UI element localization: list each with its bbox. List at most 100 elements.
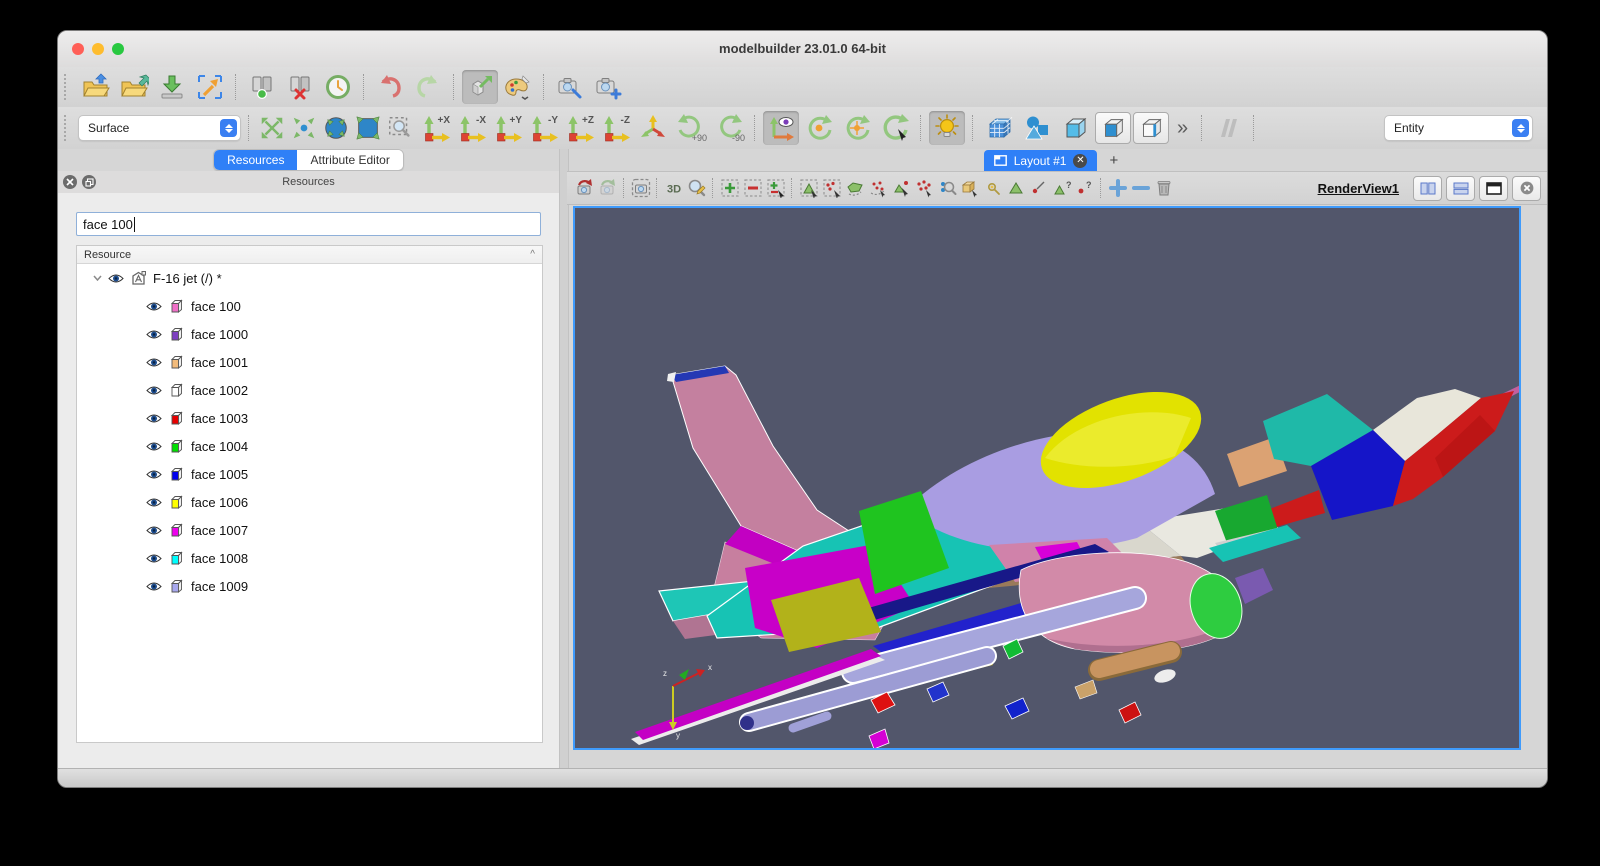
select-cells-on-button[interactable]	[718, 176, 741, 200]
visibility-eye-icon[interactable]	[145, 385, 163, 396]
representation-select[interactable]: Surface	[78, 115, 241, 141]
visibility-eye-icon[interactable]	[145, 525, 163, 536]
close-view-button[interactable]	[1512, 175, 1541, 201]
color-palette-button[interactable]	[500, 70, 536, 104]
toolbar-overflow-button[interactable]: »	[1171, 117, 1194, 140]
axis-view-button[interactable]: +Z	[561, 111, 597, 145]
interactive-select-blocks-button[interactable]	[958, 176, 981, 200]
recent-resources-button[interactable]	[320, 70, 356, 104]
deselect-button[interactable]	[741, 176, 764, 200]
tree-row[interactable]: face 1009	[77, 572, 542, 600]
split-vertical-button[interactable]	[1446, 175, 1475, 201]
zoom-to-selection-button[interactable]	[192, 70, 228, 104]
tree-row[interactable]: face 1002	[77, 376, 542, 404]
visibility-eye-icon[interactable]	[107, 273, 125, 284]
tree-row[interactable]: face 1007	[77, 516, 542, 544]
visibility-eye-icon[interactable]	[145, 553, 163, 564]
select-cells-interactive-button[interactable]	[889, 176, 912, 200]
tab-resources[interactable]: Resources	[214, 150, 298, 170]
tree-row[interactable]: face 1003	[77, 404, 542, 432]
tree-row[interactable]: face 1000	[77, 320, 542, 348]
tab-layout-1[interactable]: Layout #1 ✕	[983, 150, 1098, 171]
hover-cells-button[interactable]	[1004, 176, 1027, 200]
tree-row[interactable]: face 1004	[77, 432, 542, 460]
geometry-inspector-button[interactable]	[1019, 111, 1055, 145]
expand-view-button[interactable]	[257, 111, 287, 145]
visibility-eye-icon[interactable]	[145, 469, 163, 480]
select-point-label-button[interactable]	[1027, 176, 1050, 200]
open-resource-button[interactable]	[78, 70, 114, 104]
rotate-center-button[interactable]	[839, 111, 875, 145]
tree-root-row[interactable]: F-16 jet (/) *	[77, 264, 542, 292]
select-cells-rectangle-button[interactable]	[797, 176, 820, 200]
tree-row[interactable]: face 1005	[77, 460, 542, 488]
fit-box-button[interactable]	[353, 111, 383, 145]
axis-view-button[interactable]: +X	[417, 111, 453, 145]
rotate-pick-center-button[interactable]	[877, 111, 913, 145]
axis-view-button[interactable]: -X	[453, 111, 489, 145]
maximize-view-button[interactable]	[1479, 175, 1508, 201]
tree-row[interactable]: face 1008	[77, 544, 542, 572]
toggle-2d3d-button[interactable]: 3D	[662, 176, 685, 200]
multiblock-inspector-button[interactable]	[981, 111, 1017, 145]
zoom-box-button[interactable]	[385, 111, 415, 145]
render-view-title[interactable]: RenderView1	[1318, 181, 1409, 196]
rotate-90-cw-button[interactable]: +90	[673, 111, 709, 145]
export-button[interactable]	[154, 70, 190, 104]
camera-add-button[interactable]	[590, 70, 626, 104]
reset-camera-closest-button[interactable]	[596, 176, 619, 200]
zoom-to-data-button[interactable]	[685, 176, 708, 200]
grow-shrink-selection-button[interactable]	[764, 176, 787, 200]
disconnect-server-button[interactable]	[282, 70, 318, 104]
connect-server-button[interactable]	[244, 70, 280, 104]
remove-view-button[interactable]	[1129, 176, 1152, 200]
select-cells-polygon-button[interactable]	[843, 176, 866, 200]
show-edges-button[interactable]	[1133, 112, 1169, 144]
close-tab-icon[interactable]: ✕	[1073, 153, 1088, 168]
reset-camera-button[interactable]	[573, 176, 596, 200]
collapse-view-button[interactable]	[289, 111, 319, 145]
isometric-view-button[interactable]	[635, 111, 671, 145]
undo-button[interactable]	[372, 70, 408, 104]
camera-zoom-button[interactable]	[552, 70, 588, 104]
axis-view-button[interactable]: -Z	[597, 111, 633, 145]
show-faces-button[interactable]	[1095, 112, 1131, 144]
show-orientation-axes-button[interactable]	[763, 111, 799, 145]
delete-view-button[interactable]	[1152, 176, 1175, 200]
new-layout-tab-button[interactable]: +	[1097, 150, 1130, 171]
rotate-90-ccw-button[interactable]: -90	[711, 111, 747, 145]
expander-chevron-icon[interactable]	[90, 275, 104, 281]
show-solid-button[interactable]	[1057, 111, 1093, 145]
select-points-cluster-button[interactable]	[912, 176, 935, 200]
fit-sphere-button[interactable]	[321, 111, 351, 145]
toggle-light-button[interactable]	[929, 111, 965, 145]
save-resource-button[interactable]	[116, 70, 152, 104]
visibility-eye-icon[interactable]	[145, 413, 163, 424]
select-blocks-button[interactable]	[935, 176, 958, 200]
selection-type-select[interactable]: Entity	[1384, 115, 1533, 141]
rotate-camera-button[interactable]	[801, 111, 837, 145]
split-horizontal-button[interactable]	[1413, 175, 1442, 201]
visibility-eye-icon[interactable]	[145, 581, 163, 592]
toolbar-drag-handle[interactable]	[64, 74, 72, 100]
visibility-eye-icon[interactable]	[145, 497, 163, 508]
slashes-button[interactable]	[1210, 111, 1246, 145]
tree-column-header[interactable]: Resource ^	[77, 246, 542, 264]
add-view-button[interactable]	[1106, 176, 1129, 200]
visibility-eye-icon[interactable]	[145, 441, 163, 452]
visibility-eye-icon[interactable]	[145, 357, 163, 368]
tab-attribute-editor[interactable]: Attribute Editor	[297, 150, 403, 170]
tree-row[interactable]: face 1006	[77, 488, 542, 516]
redo-button[interactable]	[410, 70, 446, 104]
select-points-polygon-button[interactable]	[866, 176, 889, 200]
capture-screenshot-button[interactable]	[629, 176, 652, 200]
visibility-eye-icon[interactable]	[145, 329, 163, 340]
visibility-eye-icon[interactable]	[145, 301, 163, 312]
render-viewport[interactable]: x z y	[573, 206, 1521, 750]
axis-view-button[interactable]: +Y	[489, 111, 525, 145]
hover-points-button[interactable]	[981, 176, 1004, 200]
axis-view-button[interactable]: -Y	[525, 111, 561, 145]
interaction-mode-button[interactable]	[462, 70, 498, 104]
query-cells-button[interactable]: ?	[1050, 176, 1073, 200]
toolbar-drag-handle[interactable]	[64, 115, 72, 141]
